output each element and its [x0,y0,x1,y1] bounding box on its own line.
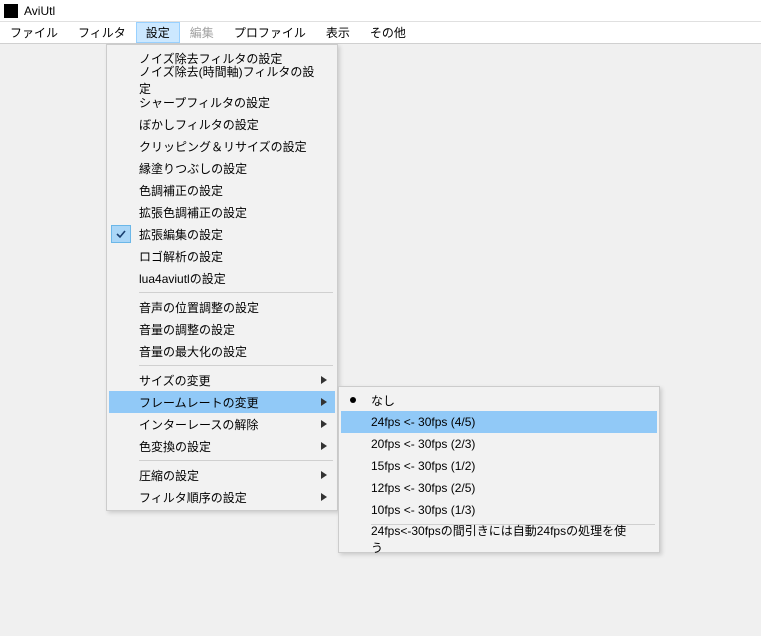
item-colorconv-label: 色変換の設定 [139,438,211,455]
menu-settings[interactable]: 設定 [136,22,180,43]
item-audio-pos[interactable]: 音声の位置調整の設定 [109,296,335,318]
fps-none[interactable]: なし [341,389,657,411]
item-noise-time-filter[interactable]: ノイズ除去(時間軸)フィルタの設定 [109,69,335,91]
menubar: ファイル フィルタ 設定 編集 プロファイル 表示 その他 [0,22,761,44]
window-title: AviUtl [24,4,55,18]
item-filter-order-label: フィルタ順序の設定 [139,489,247,506]
submenu-arrow-icon [321,493,327,501]
submenu-arrow-icon [321,442,327,450]
separator [139,460,333,461]
fps-auto24[interactable]: 24fps<-30fpsの間引きには自動24fpsの処理を使う [341,528,657,550]
item-color-correct[interactable]: 色調補正の設定 [109,179,335,201]
item-volume[interactable]: 音量の調整の設定 [109,318,335,340]
menu-filter[interactable]: フィルタ [68,22,136,43]
item-colorconv[interactable]: 色変換の設定 [109,435,335,457]
fps-15-30[interactable]: 15fps <- 30fps (1/2) [341,455,657,477]
submenu-arrow-icon [321,398,327,406]
item-border-fill[interactable]: 縁塗りつぶしの設定 [109,157,335,179]
item-ext-color-correct[interactable]: 拡張色調補正の設定 [109,201,335,223]
menu-file[interactable]: ファイル [0,22,68,43]
app-icon [4,4,18,18]
check-icon [111,225,131,243]
menu-view[interactable]: 表示 [316,22,360,43]
separator [139,292,333,293]
fps-24-30[interactable]: 24fps <- 30fps (4/5) [341,411,657,433]
submenu-arrow-icon [321,471,327,479]
item-clip-resize[interactable]: クリッピング＆リサイズの設定 [109,135,335,157]
fps-none-label: なし [371,392,395,409]
menu-edit: 編集 [180,22,224,43]
menu-other[interactable]: その他 [360,22,416,43]
item-filter-order[interactable]: フィルタ順序の設定 [109,486,335,508]
item-interlace-label: インターレースの解除 [139,416,258,433]
item-interlace[interactable]: インターレースの解除 [109,413,335,435]
fps-20-30[interactable]: 20fps <- 30fps (2/3) [341,433,657,455]
item-logo[interactable]: ロゴ解析の設定 [109,245,335,267]
separator [139,365,333,366]
framerate-submenu: なし 24fps <- 30fps (4/5) 20fps <- 30fps (… [338,386,660,553]
item-framerate-label: フレームレートの変更 [139,394,259,411]
item-compress[interactable]: 圧縮の設定 [109,464,335,486]
item-lua4aviutl[interactable]: lua4aviutlの設定 [109,267,335,289]
item-volume-max[interactable]: 音量の最大化の設定 [109,340,335,362]
menu-profile[interactable]: プロファイル [224,22,316,43]
item-size-label: サイズの変更 [139,372,211,389]
item-ext-edit-label: 拡張編集の設定 [139,226,223,243]
settings-dropdown: ノイズ除去フィルタの設定 ノイズ除去(時間軸)フィルタの設定 シャープフィルタの… [106,44,338,511]
item-ext-edit[interactable]: 拡張編集の設定 [109,223,335,245]
item-sharp-filter[interactable]: シャープフィルタの設定 [109,91,335,113]
fps-12-30[interactable]: 12fps <- 30fps (2/5) [341,477,657,499]
fps-10-30[interactable]: 10fps <- 30fps (1/3) [341,499,657,521]
item-blur-filter[interactable]: ぼかしフィルタの設定 [109,113,335,135]
item-size[interactable]: サイズの変更 [109,369,335,391]
radio-dot-icon [350,397,356,403]
item-framerate[interactable]: フレームレートの変更 [109,391,335,413]
titlebar: AviUtl [0,0,761,22]
item-compress-label: 圧縮の設定 [139,467,199,484]
submenu-arrow-icon [321,420,327,428]
submenu-arrow-icon [321,376,327,384]
